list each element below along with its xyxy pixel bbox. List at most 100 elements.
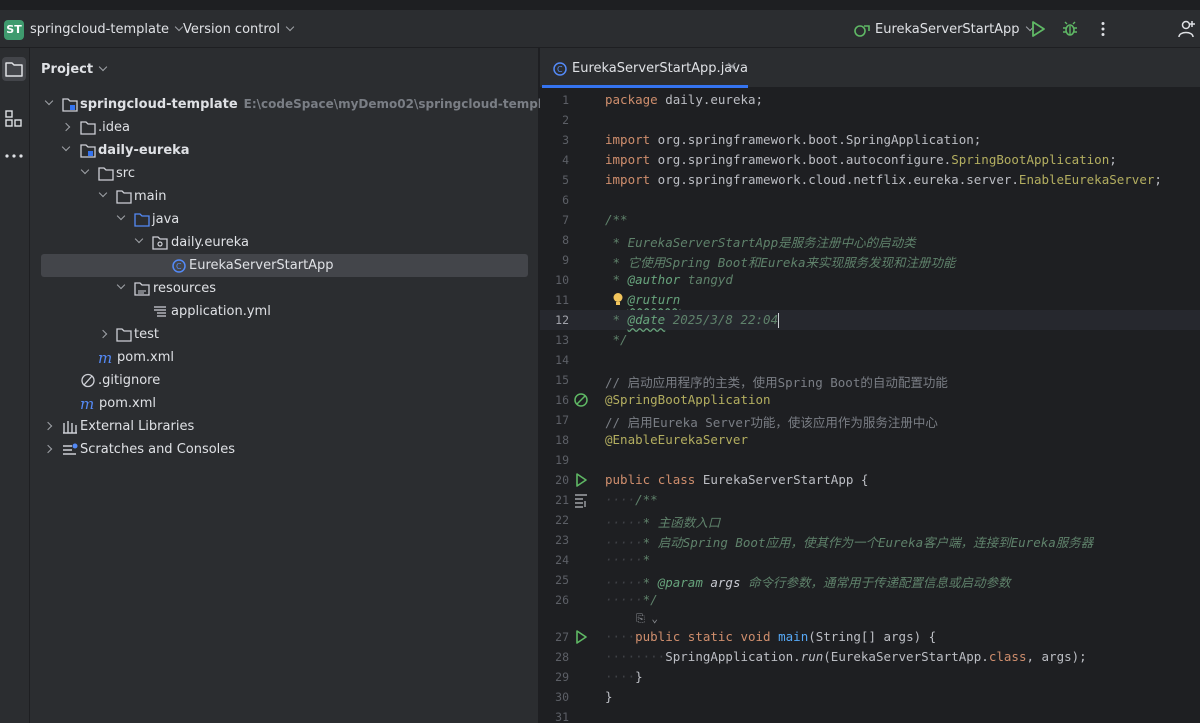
expand-arrow-icon[interactable] <box>80 165 90 175</box>
tree-node-eurekaserverstartapp[interactable]: C EurekaServerStartApp <box>41 254 528 277</box>
code-token: */ <box>642 592 658 607</box>
tree-node-scratches[interactable]: Scratches and Consoles <box>30 438 539 461</box>
line-number: 15 <box>555 373 569 387</box>
whitespace-marker: ····· <box>605 515 643 530</box>
line-number: 21 <box>555 493 569 507</box>
keyword: public <box>605 472 651 487</box>
tree-node-root-pom[interactable]: m pom.xml <box>30 392 539 415</box>
run-gutter-icon[interactable] <box>573 629 589 645</box>
code-token: tangyd <box>680 272 733 287</box>
tab-label: EurekaServerStartApp.java <box>572 61 748 76</box>
annotation: @SpringBootApplication <box>605 392 771 407</box>
tree-node-resources[interactable]: resources <box>30 277 539 300</box>
line-number: 2 <box>562 113 569 127</box>
rendered-doc-icon[interactable] <box>573 492 589 508</box>
line-number: 24 <box>555 553 569 567</box>
project-switcher[interactable]: springcloud-template <box>30 22 184 37</box>
line-number: 6 <box>562 193 569 207</box>
expand-arrow-icon[interactable] <box>116 211 126 221</box>
code-line-current: 12 * @date 2025/3/8 22:04 <box>540 310 1200 330</box>
tree-node-idea[interactable]: .idea <box>30 116 539 139</box>
line-number: 25 <box>555 573 569 587</box>
close-icon[interactable]: × <box>726 59 738 75</box>
line-number: 30 <box>555 690 569 704</box>
expand-arrow-icon[interactable] <box>61 142 71 152</box>
tree-node-src[interactable]: src <box>30 162 539 185</box>
line-number: 10 <box>555 273 569 287</box>
line-number: 17 <box>555 413 569 427</box>
tree-node-test[interactable]: test <box>30 323 539 346</box>
doc-comment: * EurekaServerStartApp是服务注册中心的启动类 <box>605 235 916 250</box>
code-token: (String[] args) { <box>808 629 937 644</box>
line-number: 1 <box>562 93 569 107</box>
project-panel-header[interactable]: Project <box>41 62 108 77</box>
collapse-arrow-icon[interactable] <box>98 329 108 339</box>
run-gutter-icon[interactable] <box>573 472 589 488</box>
more-actions-icon[interactable] <box>1094 20 1112 38</box>
whitespace-marker: ····· <box>605 592 643 607</box>
add-user-icon[interactable] <box>1178 20 1196 38</box>
code-token: SpringApplication. <box>665 649 801 664</box>
text-caret <box>778 313 780 328</box>
project-badge[interactable]: ST <box>4 20 24 40</box>
svg-text:m: m <box>80 396 94 411</box>
code-line: 23 ·····* 启动Spring Boot应用，使其作为一个Eureka客户端… <box>540 530 1200 550</box>
collapse-arrow-icon[interactable] <box>61 122 71 132</box>
line-number: 4 <box>562 153 569 167</box>
module-folder-icon <box>80 144 96 158</box>
collapse-arrow-icon[interactable] <box>43 444 53 454</box>
project-tool-button[interactable] <box>2 57 26 81</box>
code-text: import org.springframework.boot.SpringAp… <box>605 132 981 147</box>
tree-node-daily-eureka-package[interactable]: daily.eureka <box>30 231 539 254</box>
folder-icon <box>5 62 23 77</box>
structure-icon <box>5 110 22 127</box>
scratches-icon <box>63 443 78 455</box>
param-name: args <box>702 575 741 590</box>
code-line: 19 <box>540 450 1200 470</box>
run-icon[interactable] <box>1029 20 1047 38</box>
svg-text:C: C <box>557 65 563 74</box>
tree-node-daily-eureka[interactable]: daily-eureka <box>30 139 539 162</box>
tree-node-daily-eureka-pom[interactable]: m pom.xml <box>30 346 539 369</box>
expand-arrow-icon[interactable] <box>134 234 144 244</box>
author-inlay-hint[interactable]: ⎘ ⌄ <box>636 612 658 626</box>
expand-arrow-icon[interactable] <box>44 96 54 106</box>
expand-arrow-icon[interactable] <box>98 188 108 198</box>
tree-node-gitignore[interactable]: .gitignore <box>30 369 539 392</box>
collapse-arrow-icon[interactable] <box>43 421 53 431</box>
doc-comment: ·····* <box>605 552 650 567</box>
expand-arrow-icon[interactable] <box>116 280 126 290</box>
maven-icon: m <box>80 396 94 411</box>
tree-node-java[interactable]: java <box>30 208 539 231</box>
panel-title: Project <box>41 62 94 77</box>
tree-node-application-yml[interactable]: application.yml <box>30 300 539 323</box>
whitespace-marker: ···· <box>605 629 636 644</box>
tab-eurekaserverstartapp[interactable]: C EurekaServerStartApp.java × <box>540 48 748 88</box>
tree-node-springcloud-template[interactable]: springcloud-template E:\codeSpace\myDemo0… <box>30 93 564 116</box>
tree-node-external-libraries[interactable]: External Libraries <box>30 415 539 438</box>
code-token: * <box>605 312 628 327</box>
vcs-menu[interactable]: Version control <box>183 22 295 37</box>
spring-bean-icon[interactable] <box>573 392 589 408</box>
code-token: ; <box>1109 152 1117 167</box>
structure-tool-button[interactable] <box>2 106 26 130</box>
doc-comment: ····/** <box>605 492 658 507</box>
ignore-file-icon <box>81 373 95 388</box>
line-number: 23 <box>555 533 569 547</box>
tree-node-main[interactable]: main <box>30 185 539 208</box>
more-tools-button[interactable] <box>2 144 26 168</box>
code-text: import org.springframework.boot.autoconf… <box>605 152 1117 167</box>
debug-icon[interactable] <box>1061 20 1079 38</box>
code-token: EurekaServerStartApp { <box>695 472 869 487</box>
code-text: public class EurekaServerStartApp { <box>605 472 868 487</box>
line-number: 20 <box>555 473 569 487</box>
code-area[interactable]: 1 package daily.eureka; 2 3 import org.spr… <box>540 88 1200 723</box>
chevron-down-icon <box>98 62 108 72</box>
line-number: 13 <box>555 333 569 347</box>
run-config-selector[interactable]: EurekaServerStartApp <box>875 22 1034 37</box>
run-config-icon <box>854 25 870 37</box>
code-token: (EurekaServerStartApp. <box>823 649 989 664</box>
doc-tag: @date <box>627 312 666 327</box>
line-number: 7 <box>562 213 569 227</box>
